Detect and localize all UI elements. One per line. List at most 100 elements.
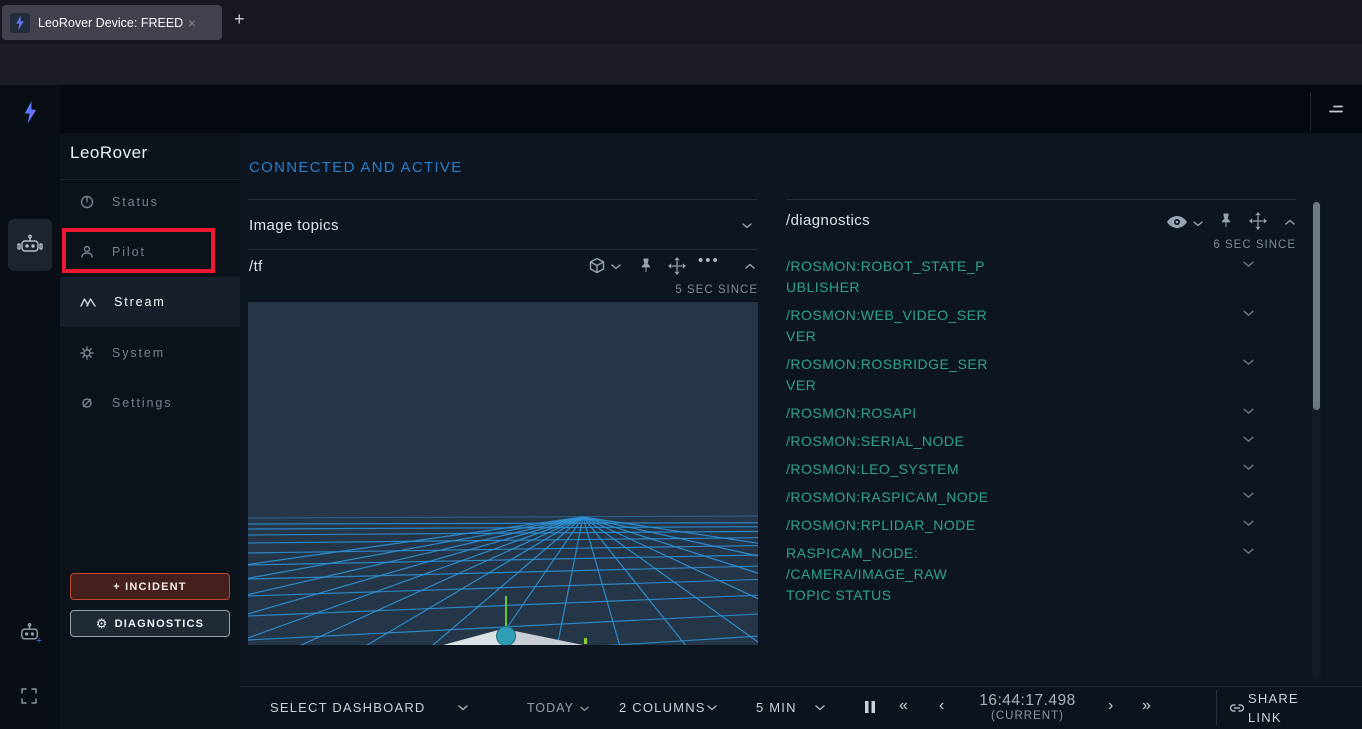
seek-forward-button[interactable]: › <box>1108 697 1113 715</box>
svg-text:+: + <box>36 636 42 646</box>
browser-tab-bar: LeoRover Device: FREED × + <box>0 0 1362 44</box>
incident-button-label: + INCIDENT <box>113 581 186 593</box>
panel-toggle-icon[interactable] <box>1327 104 1343 114</box>
gear-icon <box>80 346 94 360</box>
seek-end-button[interactable]: » <box>1142 697 1151 715</box>
diagnostic-row[interactable]: /ROSMON:RASPICAM_NODE <box>786 487 1254 508</box>
sidebar-item-system[interactable]: System <box>60 328 240 378</box>
fullscreen-expand-icon[interactable] <box>21 688 37 704</box>
app-top-bar <box>60 85 1362 133</box>
pin-icon[interactable] <box>640 258 652 273</box>
interval-dropdown[interactable]: 5 MIN <box>756 700 797 715</box>
eye-icon[interactable] <box>1166 215 1188 229</box>
tab-title: LeoRover Device: FREED <box>38 16 186 30</box>
more-options-icon[interactable]: ••• <box>698 252 720 269</box>
diagnostic-topic: RASPICAM_NODE: /CAMERA/IMAGE_RAW TOPIC S… <box>786 543 991 606</box>
diagnostic-row[interactable]: /ROSMON:ROBOT_STATE_PUBLISHER <box>786 256 1254 298</box>
diagnostic-row[interactable]: /ROSMON:SERIAL_NODE <box>786 431 1254 452</box>
chevron-down-icon[interactable] <box>707 705 717 711</box>
scrollbar-thumb[interactable] <box>1313 202 1320 410</box>
timestamp-value: 16:44:17.498 <box>960 692 1095 710</box>
diagnostics-button[interactable]: ⚙ DIAGNOSTICS <box>70 610 230 637</box>
browser-tab[interactable]: LeoRover Device: FREED × <box>2 5 222 40</box>
bottombar-divider <box>1216 690 1217 725</box>
link-icon <box>1230 704 1244 712</box>
divider <box>248 199 758 200</box>
sidebar-item-status[interactable]: Status <box>60 177 240 227</box>
seek-start-button[interactable]: « <box>899 697 908 715</box>
chevron-up-icon[interactable] <box>745 263 755 269</box>
chevron-down-icon[interactable] <box>1243 310 1254 317</box>
gauge-icon <box>80 195 94 209</box>
sidebar-item-label: Stream <box>114 295 166 309</box>
gears-icon: ⚙ <box>96 616 109 632</box>
diagnostics-list: /ROSMON:ROBOT_STATE_PUBLISHER /ROSMON:WE… <box>786 256 1254 613</box>
app-rail: + <box>0 85 60 729</box>
date-range-dropdown[interactable]: TODAY <box>527 701 574 715</box>
diagnostic-row[interactable]: /ROSMON:ROSAPI <box>786 403 1254 424</box>
chevron-down-icon[interactable] <box>1243 408 1254 415</box>
share-link-button[interactable]: SHARE LINK <box>1248 691 1299 725</box>
diagnostic-topic: /ROSMON:RPLIDAR_NODE <box>786 515 991 536</box>
3d-cube-icon[interactable] <box>588 257 606 275</box>
chevron-down-icon[interactable] <box>1243 492 1254 499</box>
diagnostic-row[interactable]: /ROSMON:RPLIDAR_NODE <box>786 515 1254 536</box>
waves-icon <box>80 296 96 308</box>
screen: LeoRover Device: FREED × + ← → ↻ <box>0 0 1362 729</box>
add-robot-icon[interactable]: + <box>17 622 44 646</box>
new-tab-button[interactable]: + <box>234 9 245 30</box>
diagnostic-topic: /ROSMON:WEB_VIDEO_SERVER <box>786 305 991 347</box>
chevron-down-icon[interactable] <box>1243 520 1254 527</box>
select-dashboard-dropdown[interactable]: SELECT DASHBOARD <box>270 700 426 715</box>
chevron-up-icon[interactable] <box>1285 219 1295 225</box>
chevron-down-icon[interactable] <box>1243 548 1254 555</box>
device-robot-tab[interactable] <box>8 219 52 271</box>
timestamp-mode: (CURRENT) <box>960 710 1095 722</box>
sidebar-item-settings[interactable]: Settings <box>60 378 240 428</box>
columns-dropdown[interactable]: 2 COLUMNS <box>619 700 706 715</box>
sidebar-item-stream[interactable]: Stream <box>60 277 240 327</box>
diagnostic-topic: /ROSMON:RASPICAM_NODE <box>786 487 991 508</box>
pause-button[interactable] <box>864 700 876 714</box>
tf-grid-svg <box>248 302 758 645</box>
diagnostics-button-label: DIAGNOSTICS <box>115 618 205 630</box>
circle-slash-icon <box>80 396 94 410</box>
browser-toolbar: ← → ↻ https://app.freedomrobotics.ai/?__… <box>0 44 1362 85</box>
image-topics-dropdown-label[interactable]: Image topics <box>249 217 339 234</box>
move-icon[interactable] <box>668 257 686 275</box>
tf-3d-viewport[interactable] <box>248 302 758 645</box>
diagnostic-row[interactable]: /ROSMON:WEB_VIDEO_SERVER <box>786 305 1254 347</box>
seek-back-button[interactable]: ‹ <box>939 697 944 715</box>
diagnostic-topic: /ROSMON:ROSAPI <box>786 403 991 424</box>
chevron-down-icon[interactable] <box>1193 221 1203 227</box>
sidebar-item-label: Settings <box>112 396 172 410</box>
lightning-favicon-icon <box>14 15 26 31</box>
chevron-down-icon[interactable] <box>580 706 589 712</box>
chevron-down-icon[interactable] <box>1243 436 1254 443</box>
move-icon[interactable] <box>1249 212 1267 230</box>
diagnostic-row[interactable]: /ROSMON:LEO_SYSTEM <box>786 459 1254 480</box>
divider <box>248 249 758 250</box>
freedom-logo-icon[interactable] <box>22 100 39 125</box>
chevron-down-icon[interactable] <box>1243 464 1254 471</box>
grid-lines <box>248 516 758 645</box>
chevron-down-icon[interactable] <box>458 705 468 711</box>
chevron-down-icon[interactable] <box>611 264 621 270</box>
diagnostics-since-label: 6 SEC SINCE <box>1146 239 1296 251</box>
chevron-down-icon[interactable] <box>1243 261 1254 268</box>
chevron-down-icon[interactable] <box>815 705 825 711</box>
tf-since-label: 5 SEC SINCE <box>608 284 758 296</box>
diagnostic-topic: /ROSMON:SERIAL_NODE <box>786 431 991 452</box>
pin-icon[interactable] <box>1220 213 1232 228</box>
diagnostic-row[interactable]: RASPICAM_NODE: /CAMERA/IMAGE_RAW TOPIC S… <box>786 543 1254 606</box>
chevron-down-icon[interactable] <box>742 223 752 229</box>
timestamp-display: 16:44:17.498 (CURRENT) <box>960 692 1095 722</box>
connection-status-banner: CONNECTED AND ACTIVE <box>249 159 463 176</box>
diagnostic-topic: /ROSMON:LEO_SYSTEM <box>786 459 991 480</box>
incident-button[interactable]: + INCIDENT <box>70 573 230 600</box>
sidebar-item-label: System <box>112 346 165 360</box>
chevron-down-icon[interactable] <box>1243 359 1254 366</box>
diagnostic-row[interactable]: /ROSMON:ROSBRIDGE_SERVER <box>786 354 1254 396</box>
sidebar-item-label: Status <box>112 195 159 209</box>
share-link-line1: SHARE <box>1248 691 1299 706</box>
